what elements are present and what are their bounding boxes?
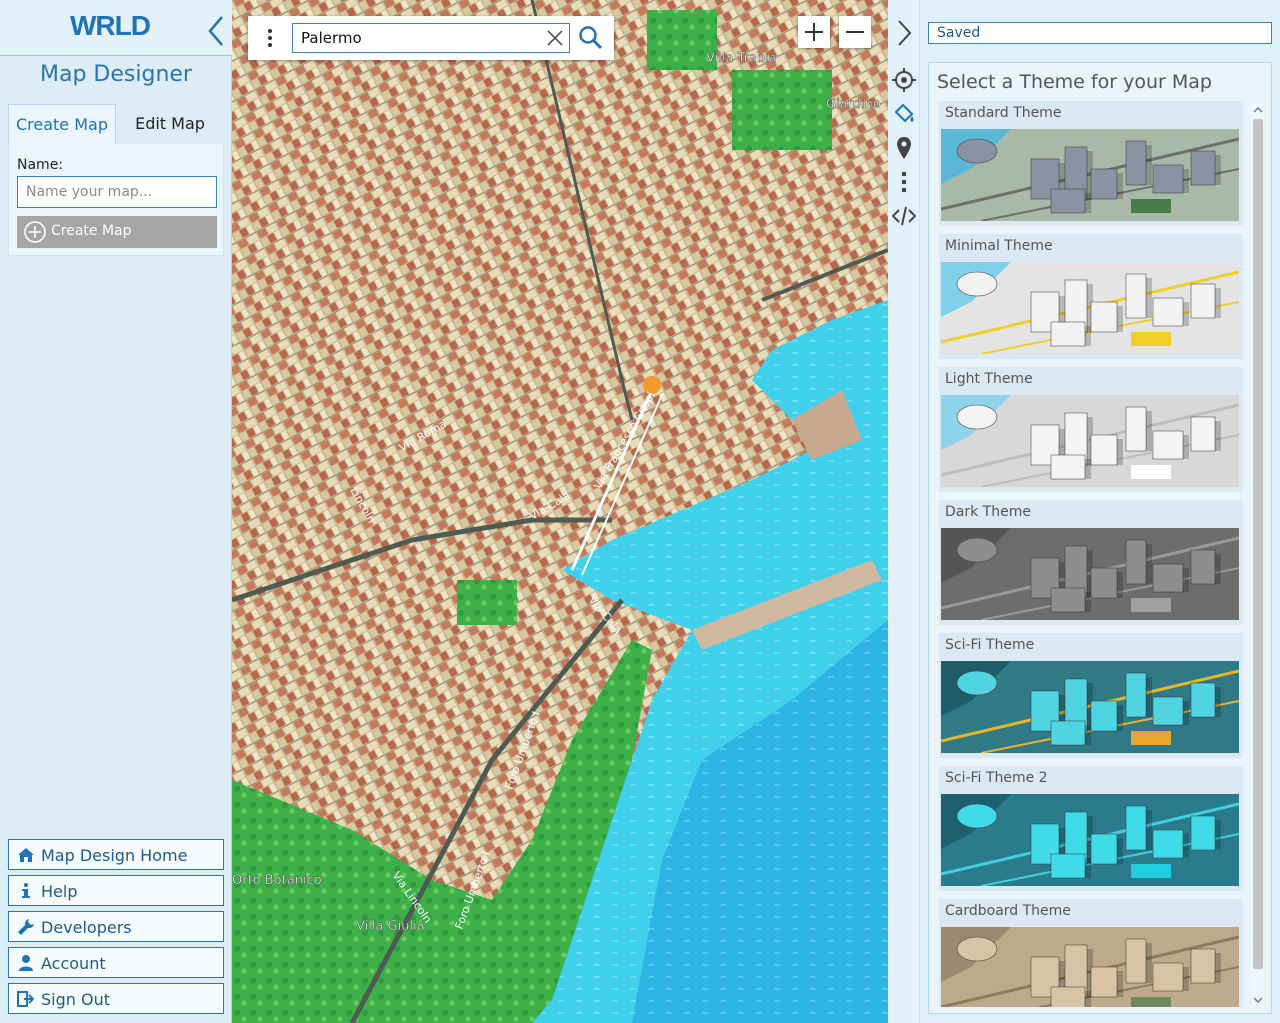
theme-name: Standard Theme bbox=[945, 105, 1062, 121]
scroll-down-icon[interactable] bbox=[1253, 995, 1263, 1005]
map-label: Villa Giulia bbox=[356, 919, 425, 934]
account-button[interactable]: Account bbox=[8, 947, 224, 978]
app-title: Map Designer bbox=[40, 62, 192, 87]
nav-label: Help bbox=[41, 882, 78, 901]
wrld-logo: WRLD bbox=[70, 10, 151, 41]
theme-sidebar: Saved Select a Theme for your Map Standa… bbox=[920, 0, 1280, 1023]
map-search-box bbox=[248, 16, 614, 60]
map-name-input[interactable] bbox=[17, 176, 217, 208]
map-label: Villa Trabia bbox=[706, 51, 777, 66]
nav-label: Map Design Home bbox=[41, 846, 188, 865]
theme-heading: Select a Theme for your Map bbox=[937, 71, 1212, 93]
theme-card[interactable]: Sci-Fi Theme 2 bbox=[939, 766, 1243, 891]
theme-panel: Select a Theme for your Map Standard The… bbox=[928, 62, 1272, 1014]
nav-label: Developers bbox=[41, 918, 132, 937]
map-pin-icon[interactable] bbox=[892, 136, 916, 160]
chevron-left-icon[interactable] bbox=[204, 14, 228, 48]
theme-preview-image bbox=[941, 528, 1239, 620]
theme-card[interactable]: Standard Theme bbox=[939, 101, 1243, 226]
create-map-button-label: Create Map bbox=[51, 223, 132, 239]
info-icon bbox=[22, 883, 30, 898]
tab-edit-map[interactable]: Edit Map bbox=[116, 104, 224, 144]
tool-strip bbox=[888, 0, 920, 1023]
sidebar-tabs: Create Map Edit Map bbox=[8, 104, 224, 144]
create-map-panel: Name: Create Map bbox=[8, 144, 224, 256]
tab-create-map[interactable]: Create Map bbox=[8, 104, 116, 144]
more-vertical-icon[interactable] bbox=[258, 26, 282, 50]
left-sidebar: WRLD Map Designer Create Map Edit Map Na… bbox=[0, 0, 232, 1023]
help-button[interactable]: Help bbox=[8, 875, 224, 906]
theme-name: Dark Theme bbox=[945, 504, 1031, 520]
theme-name: Light Theme bbox=[945, 371, 1033, 387]
map-canvas: Villa Trabia Giardino Via Cala Via Cala … bbox=[232, 0, 888, 1023]
code-icon[interactable] bbox=[892, 204, 916, 228]
theme-preview-image bbox=[941, 395, 1239, 487]
theme-name: Sci-Fi Theme bbox=[945, 637, 1035, 653]
brand-bar: WRLD bbox=[0, 0, 232, 56]
name-label: Name: bbox=[17, 157, 64, 173]
close-icon[interactable] bbox=[546, 29, 564, 47]
map-label: Giardino bbox=[826, 97, 881, 112]
theme-card[interactable]: Cardboard Theme bbox=[939, 899, 1243, 1007]
sign-out-button[interactable]: Sign Out bbox=[8, 983, 224, 1014]
theme-list: Standard Theme Minimal Theme Light Theme Da… bbox=[929, 101, 1247, 1007]
theme-preview-image bbox=[941, 927, 1239, 1007]
theme-name: Sci-Fi Theme 2 bbox=[945, 770, 1048, 786]
paint-bucket-icon[interactable] bbox=[892, 102, 916, 126]
theme-preview-image bbox=[941, 661, 1239, 753]
scroll-thumb[interactable] bbox=[1253, 119, 1263, 969]
zoom-in-button[interactable] bbox=[798, 16, 830, 48]
zoom-out-button[interactable] bbox=[839, 16, 871, 48]
chevron-right-icon[interactable] bbox=[892, 18, 916, 48]
nav-label: Account bbox=[41, 954, 106, 973]
theme-name: Cardboard Theme bbox=[945, 903, 1071, 919]
theme-preview-image bbox=[941, 129, 1239, 221]
location-search-input[interactable] bbox=[292, 23, 570, 53]
theme-name: Minimal Theme bbox=[945, 238, 1053, 254]
theme-card[interactable]: Light Theme bbox=[939, 367, 1243, 492]
search-icon[interactable] bbox=[578, 25, 604, 51]
nav-label: Sign Out bbox=[41, 990, 110, 1009]
developers-button[interactable]: Developers bbox=[8, 911, 224, 942]
theme-card[interactable]: Dark Theme bbox=[939, 500, 1243, 625]
theme-preview-image bbox=[941, 262, 1239, 354]
theme-scrollbar[interactable] bbox=[1251, 103, 1265, 1007]
scroll-up-icon[interactable] bbox=[1253, 105, 1263, 115]
crosshair-icon[interactable] bbox=[892, 68, 916, 92]
theme-card[interactable]: Sci-Fi Theme bbox=[939, 633, 1243, 758]
add-circle-icon bbox=[24, 221, 46, 243]
create-map-button[interactable]: Create Map bbox=[17, 216, 217, 248]
map-label: Orto Botanico bbox=[232, 873, 322, 888]
more-vertical-icon[interactable] bbox=[892, 170, 916, 194]
home-icon bbox=[18, 848, 34, 862]
wrench-icon bbox=[18, 919, 34, 935]
save-status: Saved bbox=[928, 22, 1272, 44]
theme-preview-image bbox=[941, 794, 1239, 886]
map-view[interactable]: Villa Trabia Giardino Via Cala Via Cala … bbox=[232, 0, 888, 1023]
theme-card[interactable]: Minimal Theme bbox=[939, 234, 1243, 359]
map-design-home-button[interactable]: Map Design Home bbox=[8, 839, 224, 870]
sign-out-icon bbox=[17, 991, 35, 1007]
user-icon bbox=[19, 955, 33, 971]
